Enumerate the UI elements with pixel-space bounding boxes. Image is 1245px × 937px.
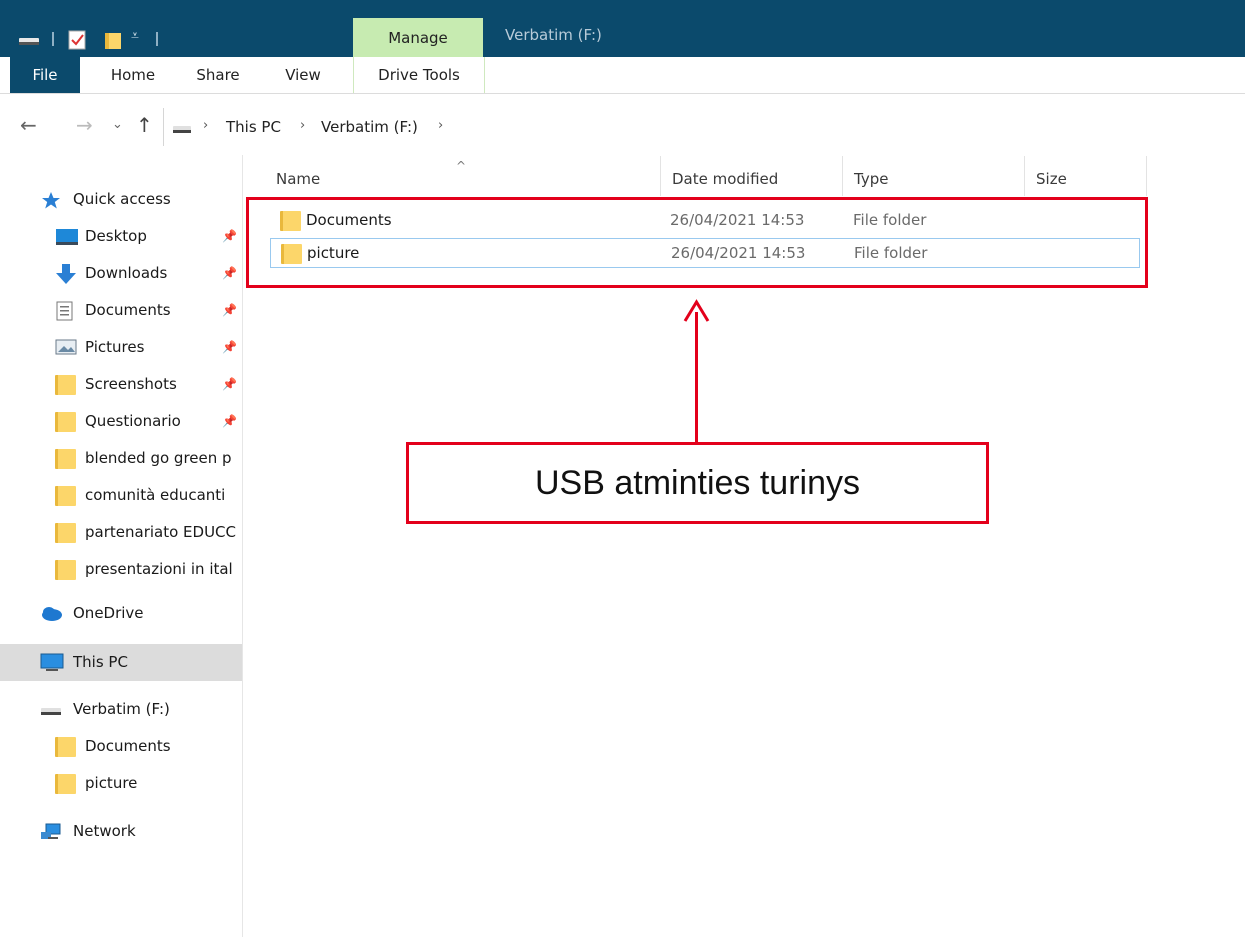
star-icon	[40, 190, 62, 210]
callout-arrow	[695, 312, 698, 444]
back-icon[interactable]: ←	[20, 113, 37, 137]
nav-drive-f[interactable]: Verbatim (F:)	[0, 694, 242, 726]
nav-label: Verbatim (F:)	[73, 700, 170, 718]
callout-label: USB atminties turinys	[406, 442, 989, 524]
nav-quick-access[interactable]: Quick access	[0, 184, 242, 216]
up-icon[interactable]: ↑	[136, 113, 153, 137]
pin-icon[interactable]: 📌	[222, 229, 237, 243]
nav-label: Network	[73, 822, 136, 840]
nav-questionario[interactable]: Questionario 📌	[0, 406, 242, 438]
document-icon	[55, 301, 77, 321]
nav-label: Documents	[85, 301, 171, 319]
column-header-name[interactable]: Name	[276, 170, 320, 188]
nav-label: presentazioni in ital	[85, 560, 233, 578]
folder-icon	[55, 412, 77, 432]
nav-label: Pictures	[85, 338, 145, 356]
nav-desktop[interactable]: Desktop 📌	[0, 221, 242, 253]
breadcrumb-this-pc[interactable]: This PC	[226, 118, 281, 136]
highlight-rectangle	[246, 197, 1148, 288]
pictures-icon	[55, 338, 77, 358]
column-divider[interactable]	[1024, 156, 1025, 196]
pin-icon[interactable]: 📌	[222, 266, 237, 280]
column-divider[interactable]	[842, 156, 843, 196]
qat-separator-2	[156, 32, 158, 46]
tab-drive-tools[interactable]: Drive Tools	[353, 57, 485, 93]
column-header-date[interactable]: Date modified	[672, 170, 778, 188]
pin-icon[interactable]: 📌	[222, 414, 237, 428]
folder-icon	[55, 523, 77, 543]
nav-drive-documents[interactable]: Documents	[0, 731, 242, 763]
nav-label: Desktop	[85, 227, 147, 245]
breadcrumb-drive[interactable]: Verbatim (F:)	[321, 118, 418, 136]
nav-partenariato[interactable]: partenariato EDUCC	[0, 517, 242, 549]
nav-presentazioni[interactable]: presentazioni in ital	[0, 554, 242, 586]
qat-dropdown-icon[interactable]: ⩡	[131, 28, 139, 44]
recent-locations-icon[interactable]: ⌄	[112, 113, 123, 137]
column-header-type[interactable]: Type	[854, 170, 888, 188]
nav-network[interactable]: Network	[0, 816, 242, 848]
nav-label: picture	[85, 774, 138, 792]
nav-label: partenariato EDUCC	[85, 523, 236, 541]
network-icon	[40, 822, 62, 842]
title-bar	[0, 0, 1245, 57]
desktop-icon	[55, 227, 78, 247]
nav-label: OneDrive	[73, 604, 144, 622]
folder-icon	[55, 375, 77, 395]
nav-label: Downloads	[85, 264, 168, 282]
qat-separator	[52, 32, 54, 46]
breadcrumb-chevron-icon: ›	[438, 118, 444, 133]
drive-icon	[40, 700, 62, 720]
nav-pictures[interactable]: Pictures 📌	[0, 332, 242, 364]
folder-icon	[55, 737, 77, 757]
nav-label: Screenshots	[85, 375, 177, 393]
nav-label: Questionario	[85, 412, 181, 430]
nav-documents[interactable]: Documents 📌	[0, 295, 242, 327]
folder-icon	[55, 449, 77, 469]
column-header-size[interactable]: Size	[1036, 170, 1067, 188]
tab-home[interactable]: Home	[98, 57, 168, 93]
nav-comunita[interactable]: comunità educanti	[0, 480, 242, 512]
drive-crumb-icon	[173, 121, 193, 139]
arrow-head-icon	[683, 299, 710, 329]
tab-view[interactable]: View	[268, 57, 338, 93]
new-folder-icon[interactable]	[104, 30, 124, 54]
column-divider[interactable]	[660, 156, 661, 196]
nav-downloads[interactable]: Downloads 📌	[0, 258, 242, 290]
nav-this-pc[interactable]: This PC	[0, 644, 242, 681]
nav-screenshots[interactable]: Screenshots 📌	[0, 369, 242, 401]
folder-icon	[55, 486, 77, 506]
column-divider[interactable]	[1146, 156, 1147, 196]
pin-icon[interactable]: 📌	[222, 303, 237, 317]
breadcrumb-chevron-icon: ›	[203, 118, 209, 133]
nav-label: comunità educanti	[85, 486, 226, 504]
nav-blended[interactable]: blended go green p	[0, 443, 242, 475]
properties-icon[interactable]	[68, 30, 88, 54]
forward-icon[interactable]: →	[76, 113, 93, 137]
nav-onedrive[interactable]: OneDrive	[0, 598, 242, 630]
pin-icon[interactable]: 📌	[222, 377, 237, 391]
nav-drive-picture[interactable]: picture	[0, 768, 242, 800]
folder-icon	[55, 774, 77, 794]
cloud-icon	[40, 604, 62, 624]
nav-label: blended go green p	[85, 449, 232, 467]
nav-label: Documents	[85, 737, 171, 755]
download-icon	[55, 264, 77, 284]
pin-icon[interactable]: 📌	[222, 340, 237, 354]
context-tab-manage[interactable]: Manage	[353, 18, 483, 57]
tab-share[interactable]: Share	[183, 57, 253, 93]
drive-icon[interactable]	[18, 30, 40, 52]
computer-icon	[40, 652, 64, 672]
sort-ascending-icon: ^	[456, 159, 467, 173]
breadcrumb-chevron-icon: ›	[300, 118, 306, 133]
tab-file[interactable]: File	[10, 57, 80, 93]
window-title: Verbatim (F:)	[505, 26, 602, 44]
nav-label: This PC	[73, 653, 128, 671]
nav-label: Quick access	[73, 190, 171, 208]
folder-icon	[55, 560, 77, 580]
